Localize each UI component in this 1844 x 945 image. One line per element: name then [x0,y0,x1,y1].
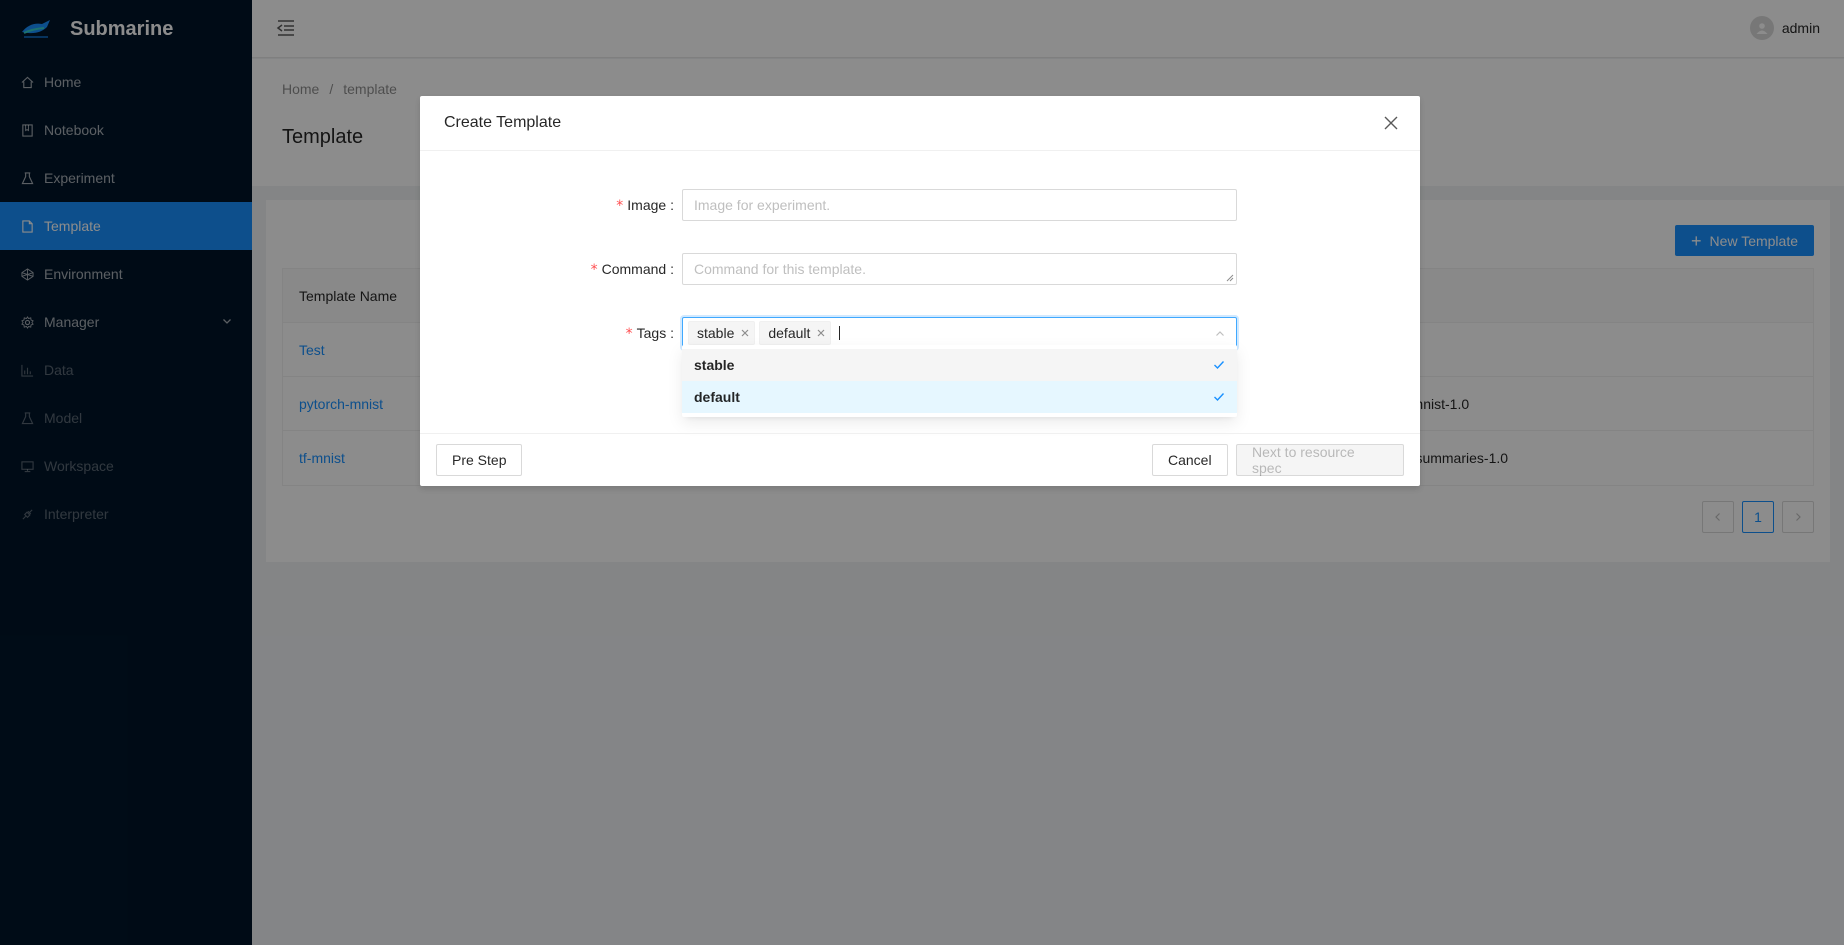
dropdown-option-default[interactable]: default [682,381,1237,413]
check-icon [1214,393,1225,402]
tag-label: stable [697,325,735,341]
command-placeholder: Command for this template. [694,261,866,277]
command-label-text: Command [601,260,667,277]
create-template-modal: Create Template * Image : Image for exper… [420,96,1420,486]
command-textarea[interactable]: Command for this template. [682,253,1237,285]
tags-dropdown: stable default [682,345,1237,417]
text-cursor [839,326,841,340]
command-form-item: * Command : Command for this template. [420,253,1420,285]
command-label: * Command : [590,260,674,278]
close-icon[interactable] [816,328,826,338]
option-label: stable [694,357,735,373]
cancel-button[interactable]: Cancel [1152,444,1228,476]
dropdown-option-stable[interactable]: stable [682,349,1237,381]
chevron-up-icon [1216,331,1224,336]
image-label: * Image : [616,196,674,214]
required-mark: * [616,197,624,214]
modal-title: Create Template [444,114,562,131]
close-icon[interactable] [740,328,750,338]
tags-label-text: Tags [636,324,667,341]
required-mark: * [625,325,633,342]
image-input[interactable]: Image for experiment. [682,189,1237,221]
required-mark: * [590,261,598,278]
pre-step-button[interactable]: Pre Step [436,444,523,476]
tag-chip: stable [688,321,756,345]
close-icon[interactable] [1382,114,1400,132]
next-button[interactable]: Next to resource spec [1236,444,1404,476]
image-label-text: Image [627,196,667,213]
tags-label: * Tags : [625,324,674,342]
modal-footer: Pre Step Cancel Next to resource spec [420,433,1420,486]
resize-handle-icon[interactable] [1226,274,1234,282]
tag-chip: default [759,321,832,345]
tag-label: default [768,325,811,341]
image-form-item: * Image : Image for experiment. [420,189,1420,221]
option-label: default [694,389,740,405]
check-icon [1214,361,1225,370]
modal-header: Create Template [420,96,1420,151]
